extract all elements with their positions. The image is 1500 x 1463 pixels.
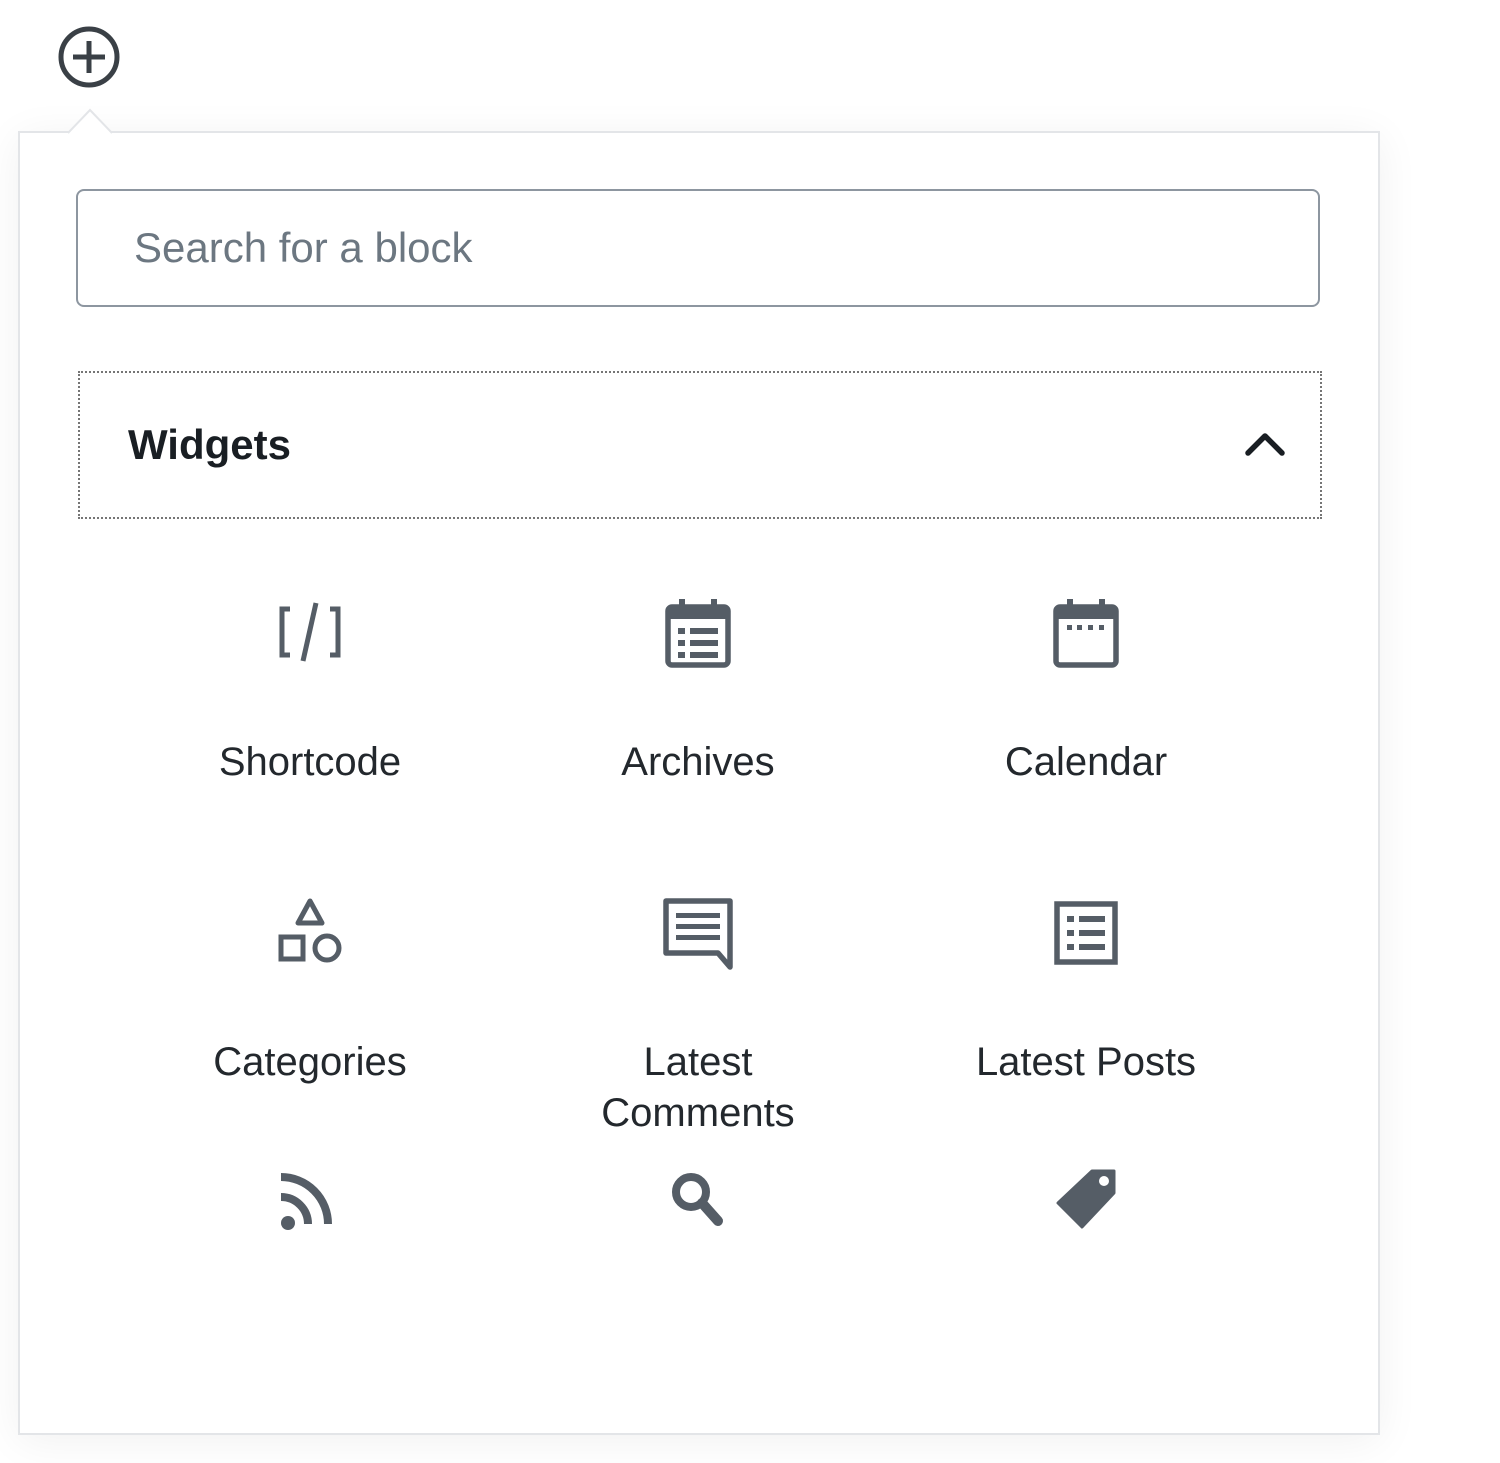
block-item-calendar[interactable]: Calendar [892, 563, 1280, 833]
categories-icon [272, 895, 348, 971]
search-input[interactable] [78, 191, 1318, 305]
block-inserter-popover: Widgets Shortcode [18, 131, 1380, 1435]
block-label: Archives [621, 740, 775, 784]
plus-circle-icon [58, 26, 120, 88]
search-field[interactable] [76, 189, 1320, 307]
widgets-panel-header[interactable]: Widgets [78, 371, 1322, 519]
latest-comments-icon [660, 895, 736, 971]
shortcode-icon [272, 595, 348, 671]
block-item-latest-comments[interactable]: Latest Comments [504, 863, 892, 1135]
block-grid: Shortcode Archives Calendar Categories L… [116, 563, 1280, 1463]
tag-icon [1048, 1163, 1124, 1239]
search-icon [660, 1163, 736, 1239]
archives-icon [660, 595, 736, 671]
popover-arrow [68, 108, 112, 134]
block-label: Shortcode [218, 740, 402, 784]
block-label: Latest Posts [975, 1040, 1197, 1084]
block-label: Calendar [1004, 740, 1168, 784]
rss-icon [272, 1163, 348, 1239]
panel-title: Widgets [128, 421, 291, 468]
block-item-shortcode[interactable]: Shortcode [116, 563, 504, 833]
block-label: Latest Comments [601, 1040, 795, 1135]
chevron-up-icon[interactable] [1240, 420, 1290, 470]
inserter-toggle-button[interactable] [56, 24, 122, 90]
block-item-latest-posts[interactable]: Latest Posts [892, 863, 1280, 1133]
block-item-archives[interactable]: Archives [504, 563, 892, 833]
calendar-icon [1048, 595, 1124, 671]
latest-posts-icon [1048, 895, 1124, 971]
block-label: Categories [213, 1040, 407, 1084]
block-item-categories[interactable]: Categories [116, 863, 504, 1133]
